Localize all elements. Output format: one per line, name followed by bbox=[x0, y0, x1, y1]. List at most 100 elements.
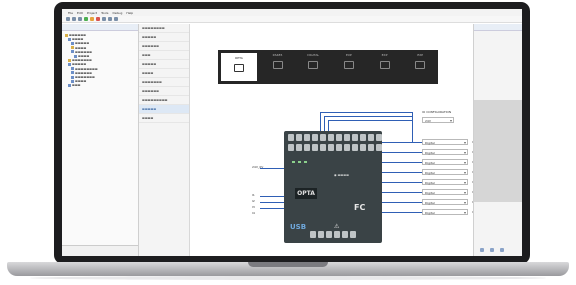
stop-icon[interactable] bbox=[96, 17, 100, 21]
usb-label: USB bbox=[290, 223, 307, 231]
terminal bbox=[344, 144, 350, 151]
config-item[interactable]: ▬▬▬▬▬▬▬ bbox=[139, 78, 189, 87]
status-led bbox=[292, 161, 295, 163]
wire bbox=[324, 116, 325, 131]
terminal bbox=[352, 134, 358, 141]
info-icon[interactable] bbox=[480, 248, 484, 252]
config-item-selected[interactable]: ▬▬▬▬▬ bbox=[139, 105, 189, 114]
save-icon[interactable] bbox=[78, 17, 82, 21]
file-icon bbox=[71, 41, 74, 45]
model-opta[interactable]: OPTA bbox=[221, 53, 257, 81]
wire bbox=[320, 112, 412, 113]
io-dropdown[interactable]: Digital bbox=[422, 179, 468, 185]
io-dropdown[interactable]: Digital bbox=[422, 209, 468, 215]
bottom-terminals bbox=[310, 231, 356, 240]
file-icon bbox=[74, 54, 77, 58]
wire bbox=[320, 112, 321, 131]
io-dropdown[interactable]: Digital bbox=[422, 169, 468, 175]
terminal bbox=[334, 231, 340, 238]
config-item[interactable]: ▬▬▬▬ bbox=[139, 69, 189, 78]
model-label: OPTA bbox=[234, 56, 243, 60]
terminal bbox=[350, 231, 356, 238]
config-item[interactable]: ▬▬▬▬ bbox=[139, 114, 189, 123]
config-item[interactable]: ▬▬▬ bbox=[139, 51, 189, 60]
io-dropdown[interactable]: Digital bbox=[422, 149, 468, 155]
file-icon bbox=[71, 50, 74, 54]
io-dropdown[interactable]: Digital bbox=[422, 199, 468, 205]
file-icon bbox=[68, 83, 71, 87]
panel-actions bbox=[474, 248, 522, 252]
configuration-sidebar: ▬▬▬▬▬▬▬▬ ▬▬▬▬▬ ▬▬▬▬▬▬ ▬▬▬ ▬▬▬▬▬ ▬▬▬▬ ▬▬▬… bbox=[139, 24, 190, 256]
model-label: RS485 bbox=[272, 53, 283, 57]
model-rs485[interactable]: RS485 bbox=[260, 50, 296, 84]
project-explorer: ▬▬▬▬▬▬ ▬▬▬▬ ▬▬▬▬▬ ▬▬▬▬ ▬▬▬▬▬▬ ▬▬▬▬ ▬▬▬▬▬… bbox=[62, 24, 139, 256]
model-exp-1[interactable]: EXP bbox=[331, 50, 367, 84]
model-label: EXP bbox=[345, 53, 352, 57]
connect-icon[interactable] bbox=[108, 17, 112, 21]
terminal bbox=[304, 134, 310, 141]
config-item[interactable]: ▬▬▬▬▬▬▬▬▬ bbox=[139, 96, 189, 105]
terminal bbox=[304, 144, 310, 151]
open-icon[interactable] bbox=[72, 17, 76, 21]
terminal bbox=[342, 231, 348, 238]
menu-help[interactable]: Help bbox=[126, 11, 133, 15]
device-icon bbox=[343, 61, 354, 69]
file-icon bbox=[68, 37, 71, 41]
terminal bbox=[288, 134, 294, 141]
config-item[interactable]: ▬▬▬▬▬▬ bbox=[139, 42, 189, 51]
file-icon bbox=[71, 67, 74, 71]
run-icon[interactable] bbox=[84, 17, 88, 21]
terminal bbox=[368, 144, 374, 151]
wire bbox=[324, 116, 412, 117]
expand-icon[interactable] bbox=[500, 248, 504, 252]
terminal bbox=[376, 144, 382, 151]
file-icon bbox=[68, 62, 71, 66]
model-digital[interactable]: DIGITAL bbox=[295, 50, 331, 84]
left-label: I2 bbox=[252, 199, 255, 203]
terminal bbox=[352, 144, 358, 151]
menu-tools[interactable]: Tools bbox=[101, 11, 108, 15]
settings-icon[interactable] bbox=[114, 17, 118, 21]
brand-logo-icon: ◉ ▬▬▬▬ bbox=[334, 173, 349, 177]
supply-dropdown[interactable]: 24V bbox=[422, 117, 454, 123]
menu-bar: File Edit Project Tools Debug Help bbox=[62, 9, 522, 16]
model-label: EXP bbox=[381, 53, 388, 57]
status-strip bbox=[62, 245, 138, 256]
config-item[interactable]: ▬▬▬▬▬ bbox=[139, 33, 189, 42]
upload-icon[interactable] bbox=[102, 17, 106, 21]
folder-icon bbox=[71, 46, 74, 50]
terminal bbox=[296, 144, 302, 151]
model-label: DIGITAL bbox=[307, 53, 320, 57]
config-item[interactable]: ▬▬▬▬▬▬▬▬ bbox=[139, 24, 189, 33]
io-dropdown[interactable]: Digital bbox=[422, 159, 468, 165]
terminal bbox=[312, 134, 318, 141]
model-selector: OPTA RS485 DIGITAL EXP EXP EXP bbox=[218, 50, 438, 84]
menu-edit[interactable]: Edit bbox=[77, 11, 83, 15]
refresh-icon[interactable] bbox=[490, 248, 494, 252]
wire bbox=[328, 120, 412, 121]
terminal bbox=[326, 231, 332, 238]
model-exp-3[interactable]: EXP bbox=[402, 50, 438, 84]
opta-device[interactable]: ◉ ▬▬▬▬ OPTA FC USB ⚠ bbox=[284, 131, 382, 243]
build-icon[interactable] bbox=[90, 17, 94, 21]
terminal bbox=[320, 134, 326, 141]
io-dropdown[interactable]: Digital bbox=[422, 139, 468, 145]
folder-icon bbox=[65, 33, 68, 37]
laptop-notch bbox=[248, 262, 328, 267]
menu-file[interactable]: File bbox=[68, 11, 73, 15]
device-icon bbox=[272, 61, 283, 69]
config-item[interactable]: ▬▬▬▬▬▬ bbox=[139, 87, 189, 96]
config-item[interactable]: ▬▬▬▬▬ bbox=[139, 60, 189, 69]
terminal bbox=[328, 134, 334, 141]
model-exp-2[interactable]: EXP bbox=[367, 50, 403, 84]
new-icon[interactable] bbox=[66, 17, 70, 21]
status-led bbox=[304, 161, 307, 163]
file-icon bbox=[71, 75, 74, 79]
terminal bbox=[360, 134, 366, 141]
menu-project[interactable]: Project bbox=[87, 11, 97, 15]
menu-debug[interactable]: Debug bbox=[113, 11, 123, 15]
io-dropdown[interactable]: Digital bbox=[422, 189, 468, 195]
file-icon bbox=[71, 71, 74, 75]
terminal bbox=[336, 144, 342, 151]
tree-item[interactable]: ▬▬▬ bbox=[65, 83, 136, 87]
